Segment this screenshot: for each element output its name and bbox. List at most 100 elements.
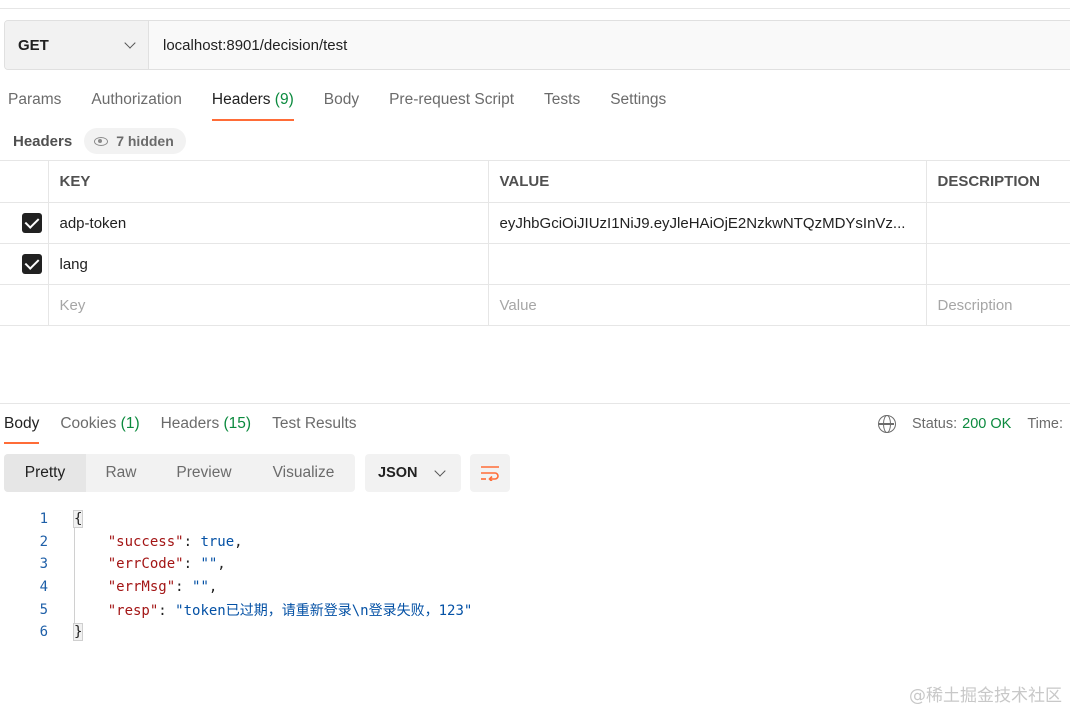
json-punct: , bbox=[217, 556, 226, 573]
json-value: true bbox=[200, 533, 235, 550]
code-line: 3 "errCode": "", bbox=[0, 553, 472, 576]
format-select[interactable]: JSON bbox=[365, 454, 461, 492]
row-checkbox-cell bbox=[0, 202, 49, 244]
new-description-input[interactable]: Description bbox=[925, 284, 1070, 326]
checkbox-column-header bbox=[0, 160, 49, 203]
tab-headers[interactable]: Headers (9) bbox=[211, 90, 294, 122]
value-cell[interactable]: eyJhbGciOiJIUzI1NiJ9.eyJleHAiOjE2NzkwNTQ… bbox=[487, 202, 927, 244]
json-value: "token已过期，请重新登录\n登录失败，123" bbox=[175, 602, 473, 619]
description-cell[interactable] bbox=[925, 202, 1070, 244]
description-cell[interactable] bbox=[925, 243, 1070, 285]
globe-icon[interactable] bbox=[878, 415, 896, 433]
response-tab-body[interactable]: Body bbox=[4, 414, 40, 444]
value-cell[interactable] bbox=[487, 243, 927, 285]
json-key: "errCode" bbox=[107, 556, 184, 573]
tab-count: (9) bbox=[274, 91, 294, 108]
view-visualize-button[interactable]: Visualize bbox=[252, 454, 355, 492]
code-text: } bbox=[48, 623, 84, 642]
view-pretty-button[interactable]: Pretty bbox=[4, 454, 86, 492]
hidden-headers-toggle[interactable]: 7 hidden bbox=[84, 128, 186, 154]
hidden-count-label: 7 hidden bbox=[116, 133, 174, 149]
open-brace: { bbox=[72, 510, 84, 529]
json-key: "success" bbox=[107, 533, 184, 550]
line-number: 1 bbox=[39, 511, 48, 528]
json-key: "resp" bbox=[107, 602, 159, 619]
tab-label: Body bbox=[323, 91, 360, 108]
code-text: { bbox=[48, 510, 84, 529]
column-header-key: KEY bbox=[47, 160, 489, 203]
eye-icon bbox=[94, 136, 109, 146]
view-mode-group: Pretty Raw Preview Visualize bbox=[4, 454, 355, 492]
chevron-down-icon bbox=[124, 37, 136, 49]
wrap-lines-button[interactable] bbox=[470, 454, 510, 492]
method-label: GET bbox=[18, 36, 49, 54]
code-line: 5 "resp": "token已过期，请重新登录\n登录失败，123" bbox=[0, 598, 473, 621]
code-line: 1 { bbox=[0, 508, 472, 531]
code-text: "errMsg": "", bbox=[107, 579, 218, 596]
response-tab-test-results[interactable]: Test Results bbox=[272, 414, 356, 444]
response-tab-headers[interactable]: Headers (15) bbox=[161, 414, 251, 444]
response-tab-cookies[interactable]: Cookies (1) bbox=[60, 414, 139, 444]
method-select[interactable]: GET bbox=[5, 21, 149, 69]
key-cell[interactable]: adp-token bbox=[47, 202, 489, 244]
tab-label: Body bbox=[4, 415, 40, 432]
tab-authorization[interactable]: Authorization bbox=[91, 90, 181, 122]
row-checkbox-cell bbox=[0, 284, 49, 326]
time-label: Time: bbox=[1027, 416, 1064, 432]
view-preview-button[interactable]: Preview bbox=[156, 454, 252, 492]
code-line: 2 "success": true, bbox=[0, 531, 472, 554]
tab-params[interactable]: Params bbox=[8, 90, 61, 122]
tab-label: Params bbox=[8, 91, 62, 108]
tab-body[interactable]: Body bbox=[324, 90, 359, 122]
new-key-input[interactable]: Key bbox=[47, 284, 489, 326]
headers-title: Headers bbox=[13, 132, 73, 150]
response-tabs: Body Cookies (1) Headers (15) Test Resul… bbox=[4, 414, 378, 444]
tab-label: Settings bbox=[610, 91, 667, 108]
format-label: JSON bbox=[378, 465, 418, 481]
line-number: 3 bbox=[39, 556, 48, 573]
response-meta: Status: 200 OK Time: bbox=[878, 414, 1063, 434]
json-value: "" bbox=[192, 579, 209, 596]
line-number: 5 bbox=[39, 601, 48, 618]
tab-pre-request-script[interactable]: Pre-request Script bbox=[389, 90, 514, 122]
close-brace: } bbox=[72, 623, 84, 642]
line-number: 2 bbox=[39, 533, 48, 550]
tab-label: Tests bbox=[544, 91, 581, 108]
status-label: Status: bbox=[912, 416, 958, 432]
json-value: "" bbox=[200, 556, 218, 573]
tab-label: Headers bbox=[160, 415, 220, 432]
url-input[interactable]: localhost:8901/decision/test bbox=[149, 21, 1070, 69]
row-checkbox[interactable] bbox=[22, 254, 42, 274]
view-raw-button[interactable]: Raw bbox=[86, 454, 156, 492]
row-checkbox-cell bbox=[0, 243, 49, 285]
code-line: 6 } bbox=[0, 621, 472, 644]
headers-subheader: Headers 7 hidden bbox=[13, 128, 186, 154]
response-divider[interactable] bbox=[0, 403, 1070, 404]
wrap-lines-icon bbox=[481, 466, 499, 481]
tab-label: Pre-request Script bbox=[389, 91, 515, 108]
tab-count: (1) bbox=[120, 415, 140, 432]
code-line: 4 "errMsg": "", bbox=[0, 576, 472, 599]
request-tabs: Params Authorization Headers (9) Body Pr… bbox=[8, 90, 696, 122]
column-header-value: VALUE bbox=[487, 160, 927, 203]
table-row: adp-token eyJhbGciOiJIUzI1NiJ9.eyJleHAiO… bbox=[0, 202, 1070, 244]
key-cell[interactable]: lang bbox=[47, 243, 489, 285]
watermark: @稀土掘金技术社区 bbox=[909, 686, 1062, 706]
table-header-row: KEY VALUE DESCRIPTION bbox=[0, 160, 1070, 203]
tab-tests[interactable]: Tests bbox=[544, 90, 580, 122]
top-divider bbox=[0, 8, 1070, 9]
request-bar: GET localhost:8901/decision/test bbox=[4, 20, 1070, 70]
response-body-code[interactable]: 1 { 2 "success": true, 3 "errCode": "", … bbox=[0, 508, 472, 644]
tab-label: Cookies bbox=[60, 415, 117, 432]
tab-label: Authorization bbox=[91, 91, 182, 108]
new-value-input[interactable]: Value bbox=[487, 284, 927, 326]
tab-label: Headers bbox=[211, 91, 271, 108]
status-value[interactable]: 200 OK bbox=[962, 416, 1011, 432]
line-number: 4 bbox=[39, 579, 48, 596]
tab-label: Test Results bbox=[272, 415, 357, 432]
code-text: "errCode": "", bbox=[107, 556, 226, 573]
json-key: "errMsg" bbox=[107, 579, 176, 596]
row-checkbox[interactable] bbox=[22, 213, 42, 233]
chevron-down-icon bbox=[433, 465, 446, 477]
tab-settings[interactable]: Settings bbox=[610, 90, 666, 122]
